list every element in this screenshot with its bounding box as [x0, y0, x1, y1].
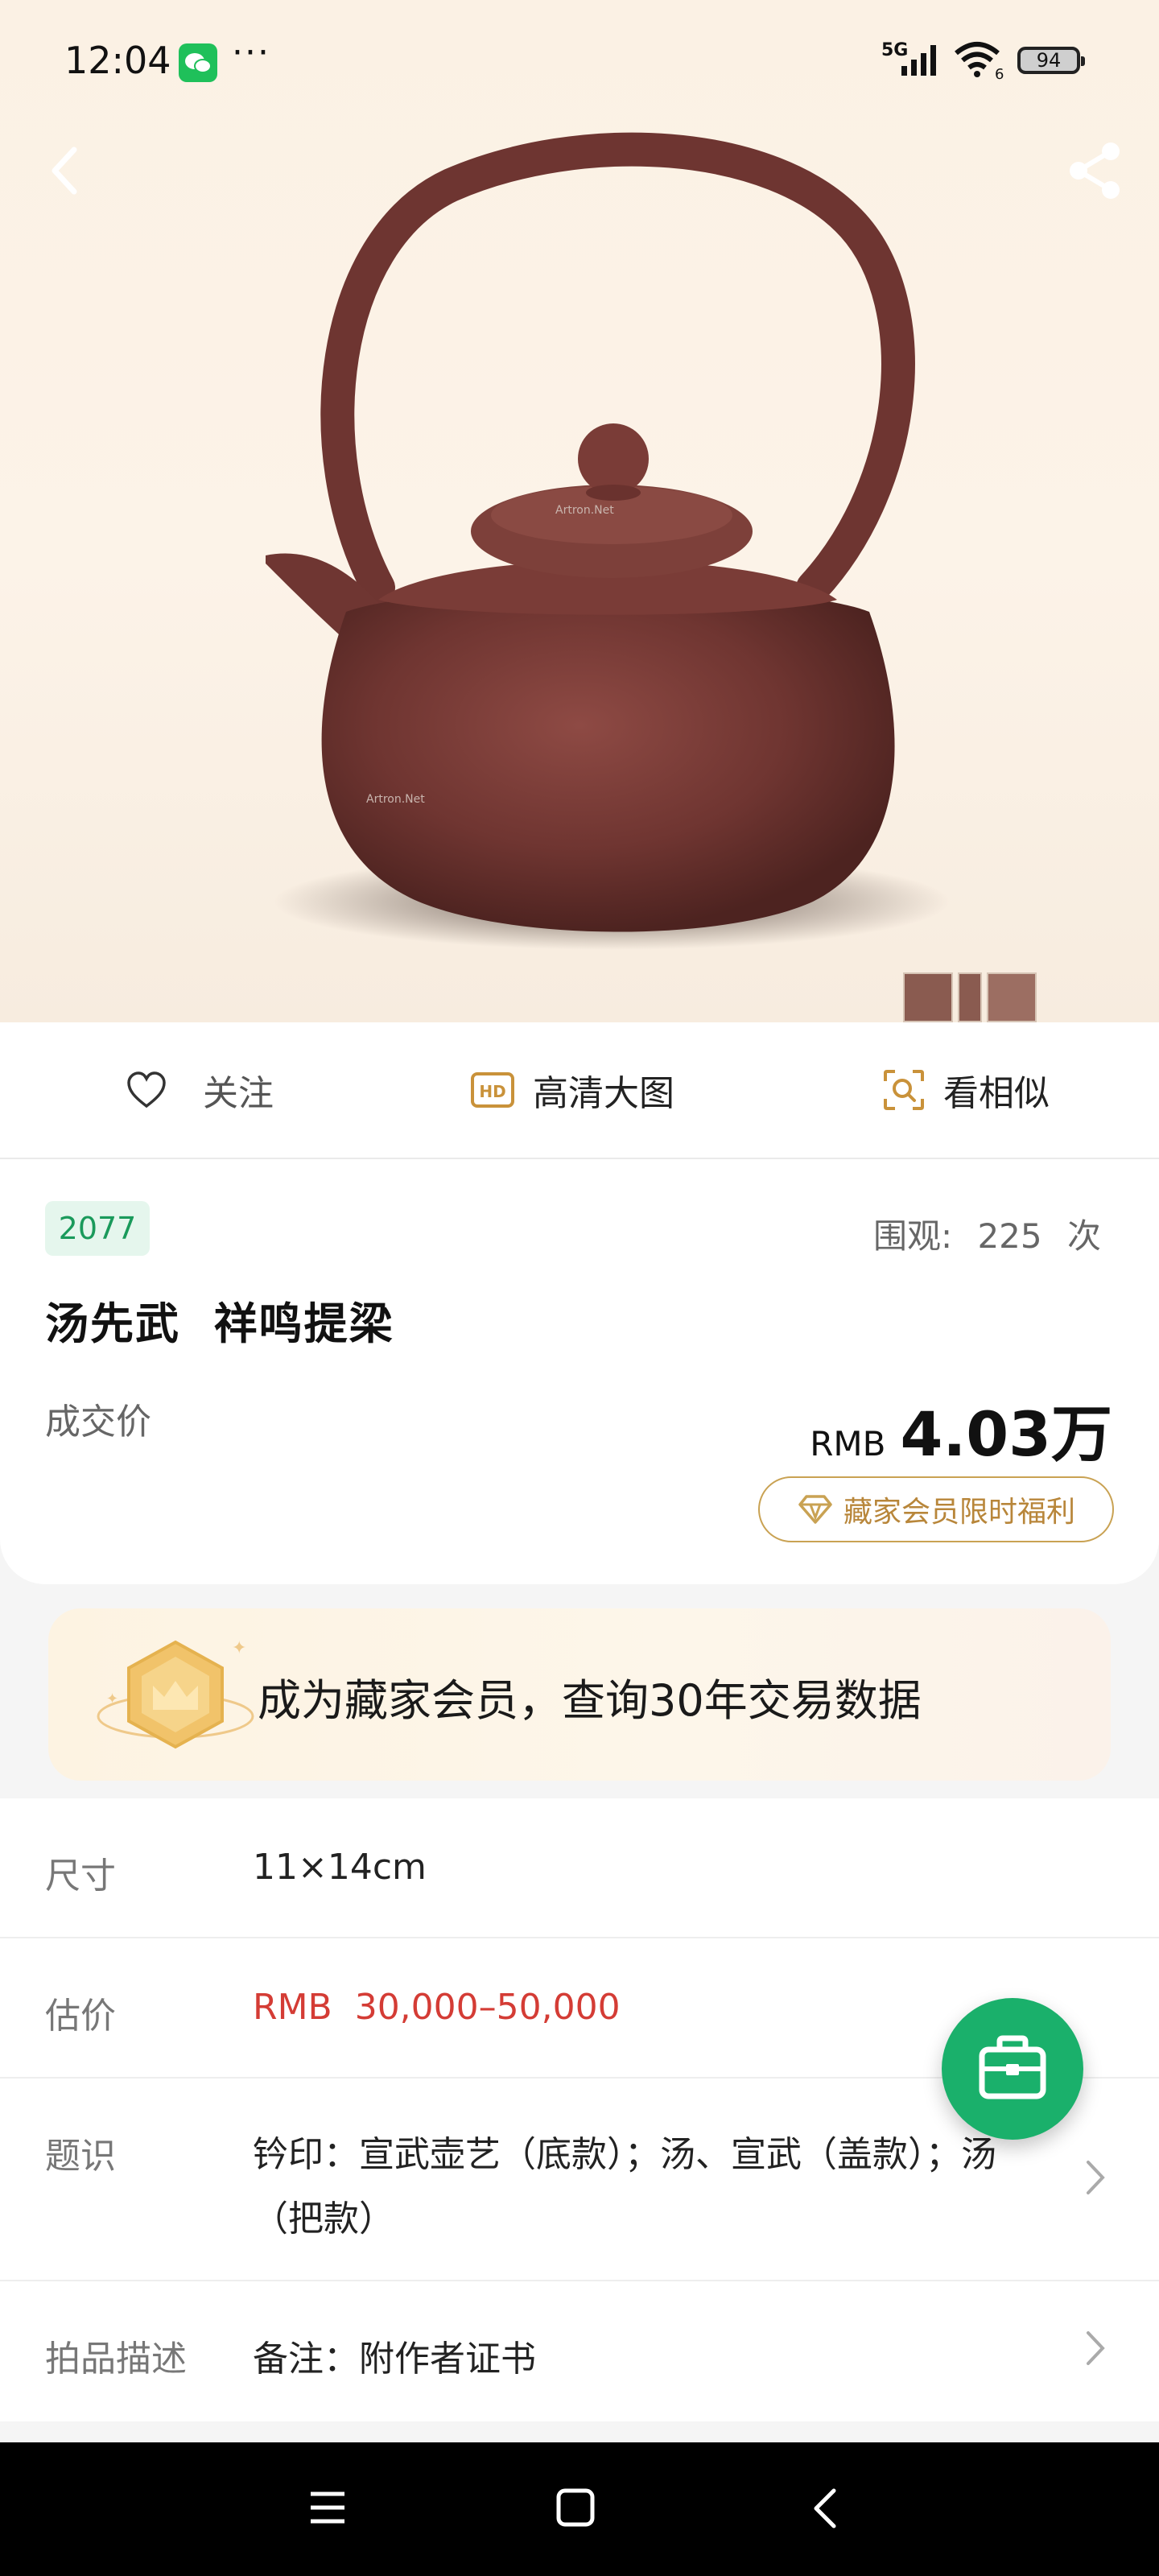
status-time: 12:04 [64, 39, 171, 82]
detail-value-continued: （把款） [253, 2198, 394, 2240]
hd-image-label: 高清大图 [533, 1073, 674, 1114]
battery-indicator: 94 [1017, 47, 1085, 74]
wifi-sub-label: 6 [995, 66, 1004, 83]
price-label: 成交价 [45, 1402, 151, 1443]
detail-value: 11×14cm [253, 1847, 427, 1888]
price-value: 4.03万 [900, 1398, 1112, 1470]
back-icon[interactable] [808, 2486, 840, 2531]
thumbnail[interactable] [903, 972, 953, 1022]
follow-label: 关注 [203, 1073, 274, 1114]
chevron-right-icon [1087, 2331, 1105, 2365]
thumbnail[interactable] [958, 972, 982, 1022]
detail-label: 尺寸 [45, 1856, 116, 1897]
briefcase-icon [979, 2035, 1046, 2099]
follow-button[interactable]: 关注 [126, 1022, 274, 1158]
back-arrow-icon[interactable] [42, 142, 90, 200]
watermark: Artron.Net [366, 793, 425, 806]
price-currency: RMB [810, 1424, 886, 1463]
detail-row-size: 尺寸 11×14cm [0, 1798, 1159, 1938]
menu-icon[interactable] [307, 2487, 348, 2528]
hero-image-area[interactable]: Artron.Net Artron.Net 12:04 ··· 5G 6 94 [0, 0, 1159, 1022]
lot-title: 汤先武 祥鸣提梁 [45, 1298, 394, 1349]
chevron-right-icon [1087, 2161, 1105, 2194]
detail-row-description[interactable]: 拍品描述 备注：附作者证书 [0, 2281, 1159, 2420]
svg-text:HD: HD [479, 1082, 505, 1101]
similar-button[interactable]: 看相似 [882, 1022, 1050, 1158]
wechat-icon [179, 43, 217, 82]
member-banner[interactable]: ✦ ✦ 成为藏家会员，查询30年交易数据 [48, 1608, 1111, 1781]
watermark: Artron.Net [555, 504, 614, 517]
share-icon[interactable] [1064, 138, 1128, 203]
scan-search-icon [884, 1070, 924, 1110]
member-benefit-label: 藏家会员限时福利 [843, 1496, 1075, 1529]
detail-label: 拍品描述 [45, 2339, 187, 2380]
diamond-icon [798, 1495, 832, 1524]
sparkle-icon: ✦ [106, 1690, 118, 1707]
hammer-price: RMB 4.03万 [810, 1385, 1112, 1470]
heart-icon [127, 1071, 166, 1108]
signal-icon [901, 45, 936, 76]
view-count-label: 围观: [872, 1216, 953, 1256]
thumbnail[interactable] [987, 972, 1037, 1022]
lot-number-badge: 2077 [45, 1201, 150, 1256]
sparkle-icon: ✦ [232, 1638, 246, 1658]
similar-label: 看相似 [943, 1073, 1050, 1114]
view-count-unit: 次 [1066, 1216, 1101, 1256]
view-count-value: 225 [977, 1216, 1042, 1256]
crown-badge-icon: ✦ ✦ [97, 1638, 254, 1749]
system-nav-bar [0, 2442, 1159, 2576]
home-icon[interactable] [555, 2487, 596, 2528]
hd-icon: HD [471, 1072, 514, 1108]
detail-label: 估价 [45, 1996, 116, 2037]
wifi-icon [955, 42, 1000, 77]
detail-value: 备注：附作者证书 [253, 2339, 536, 2380]
detail-label: 题识 [45, 2136, 116, 2177]
member-benefit-button[interactable]: 藏家会员限时福利 [758, 1476, 1114, 1542]
briefcase-fab-button[interactable] [942, 1998, 1083, 2140]
detail-value: 钤印：宣武壶艺（底款）；汤、宣武（盖款）；汤 [253, 2134, 996, 2175]
lot-info-card: 2077 围观: 225 次 汤先武 祥鸣提梁 成交价 RMB 4.03万 藏家… [0, 1159, 1159, 1584]
banner-text: 成为藏家会员，查询30年交易数据 [258, 1675, 922, 1726]
view-count: 围观: 225 次 [873, 1209, 1101, 1258]
more-notifications-icon: ··· [232, 32, 270, 73]
detail-value: RMB 30,000–50,000 [253, 1987, 621, 2028]
hd-image-button[interactable]: HD 高清大图 [470, 1022, 674, 1158]
thumbnail-strip[interactable] [903, 972, 1038, 1022]
action-bar: 关注 HD 高清大图 看相似 [0, 1022, 1159, 1159]
status-bar: 12:04 ··· 5G 6 94 [0, 0, 1159, 121]
